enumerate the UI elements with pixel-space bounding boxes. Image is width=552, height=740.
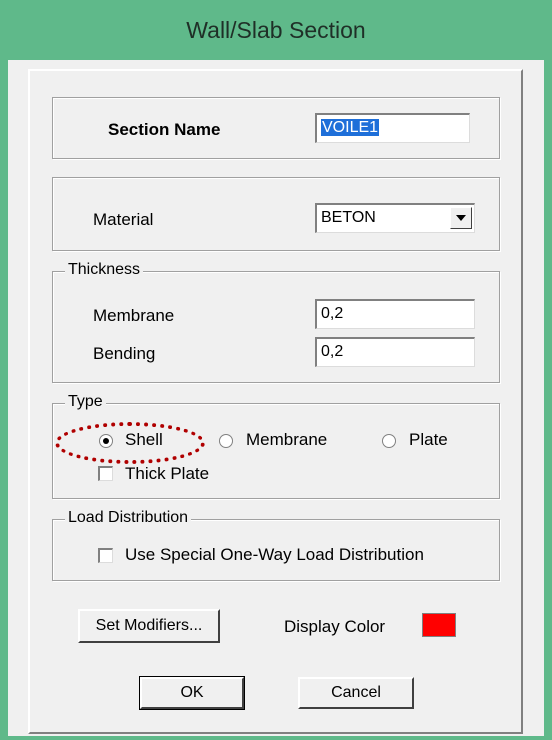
window-title: Wall/Slab Section [186,16,366,43]
membrane-radio[interactable] [219,434,233,448]
membrane-thickness-value: 0,2 [321,305,344,322]
one-way-load-label[interactable]: Use Special One-Way Load Distribution [125,545,424,565]
one-way-load-checkbox[interactable] [98,548,113,563]
membrane-thickness-input[interactable]: 0,2 [315,299,475,329]
bending-thickness-input[interactable]: 0,2 [315,337,475,367]
plate-radio-label[interactable]: Plate [409,430,448,450]
display-color-label: Display Color [284,617,386,636]
title-bar[interactable]: Wall/Slab Section [0,0,552,60]
load-distribution-group: Load Distribution Use Special One-Way Lo… [52,509,500,581]
section-name-value: VOILE1 [321,119,380,136]
bending-label: Bending [93,344,156,363]
type-legend: Type [65,393,106,411]
material-value: BETON [321,209,376,226]
thickness-group: Thickness Membrane 0,2 Bending 0,2 [52,261,500,383]
set-modifiers-button[interactable]: Set Modifiers... [78,609,220,643]
dialog-client-area: Section Name VOILE1 Material BETON Thick… [8,60,544,736]
thickness-legend: Thickness [65,261,144,279]
section-name-input[interactable]: VOILE1 [315,113,470,143]
dropdown-arrow-icon[interactable] [450,207,472,229]
membrane-radio-label[interactable]: Membrane [246,430,327,450]
thick-plate-checkbox[interactable] [98,466,113,481]
display-color-swatch[interactable] [422,613,456,637]
dialog-panel: Section Name VOILE1 Material BETON Thick… [28,69,523,734]
annotation-ellipse [55,422,205,464]
thick-plate-label[interactable]: Thick Plate [125,464,209,484]
bending-thickness-value: 0,2 [321,343,344,360]
material-label: Material [93,210,154,229]
cancel-button[interactable]: Cancel [298,677,414,709]
load-distribution-legend: Load Distribution [65,509,192,527]
material-select[interactable]: BETON [315,203,475,233]
section-name-group: Section Name VOILE1 [52,97,500,159]
ok-button[interactable]: OK [139,676,245,710]
material-group: Material BETON [52,177,500,251]
membrane-label: Membrane [93,306,175,325]
section-name-label: Section Name [108,120,221,139]
plate-radio[interactable] [382,434,396,448]
